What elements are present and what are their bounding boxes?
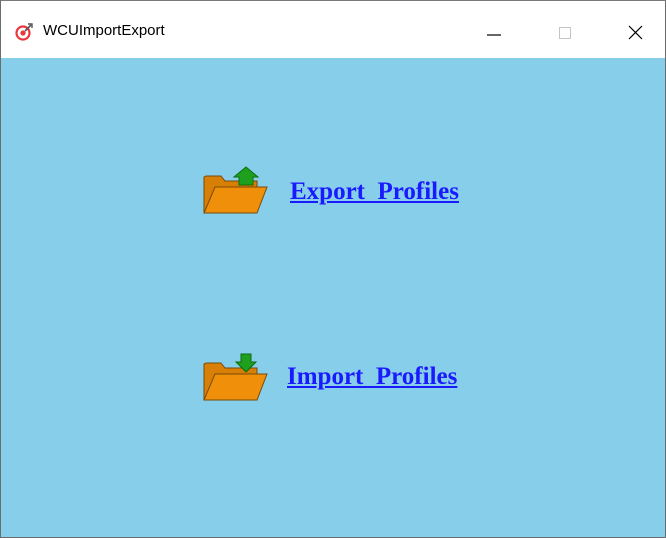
close-button[interactable] [613,1,659,58]
maximize-button[interactable] [542,1,588,58]
target-icon [15,23,33,41]
import-profiles-link[interactable]: Import Profiles [287,363,457,391]
main-panel: Export Profiles Import Profiles [1,58,665,537]
window-title: WCUImportExport [43,22,165,39]
folder-import-icon[interactable] [201,352,269,402]
minimize-icon [487,34,501,36]
app-window: WCUImportExport Export Profiles Import P… [0,0,666,538]
title-bar[interactable]: WCUImportExport [1,1,665,58]
folder-export-icon[interactable] [201,165,269,215]
export-profiles-link[interactable]: Export Profiles [290,178,459,206]
close-icon [628,25,643,40]
minimize-button[interactable] [471,1,517,58]
maximize-icon [559,27,571,39]
